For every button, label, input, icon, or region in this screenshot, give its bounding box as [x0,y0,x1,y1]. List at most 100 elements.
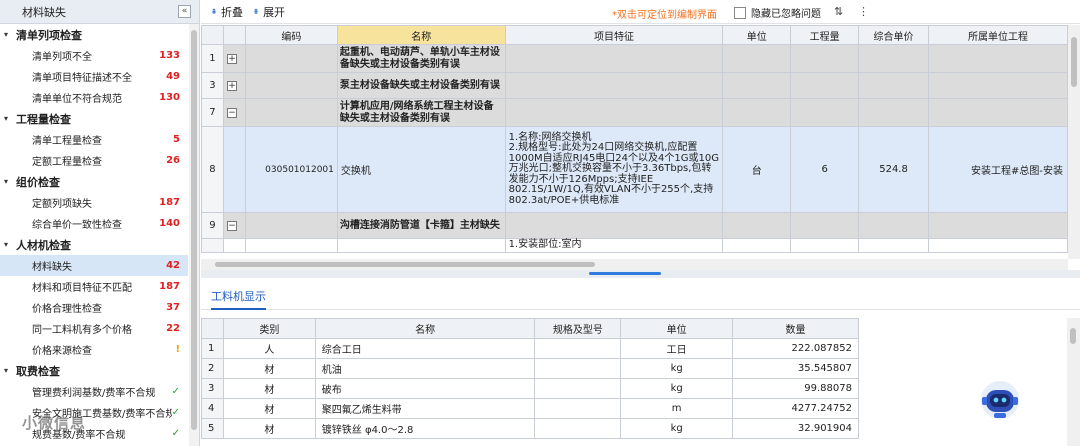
splitter-grip[interactable] [589,272,661,275]
item-project: 安装工程#总图-安装 [928,126,1068,213]
grid-scroll-thumb[interactable] [1071,37,1077,87]
grid-row[interactable]: 8 030501012001 交换机 1.名称:网络交换机 2.规格型号:此处为24口… [201,126,1068,213]
issue-count-badge: 133 [159,50,180,61]
resource-row[interactable]: 5 材镀锌铁丝 φ4.0～2.8 kg 32.901904 [201,418,859,439]
resource-row[interactable]: 1 人综合工日 工日 222.087852 [201,338,859,359]
grid-column-header[interactable]: 所属单位工程 [928,25,1068,45]
expand-node-icon[interactable]: + [226,54,237,64]
issue-count-badge: 22 [166,323,180,334]
hide-ignored-label: 隐藏已忽略问题 [751,9,821,20]
chevron-down-icon[interactable]: ▾ [4,177,16,186]
sidebar-item[interactable]: 价格合理性检查 37 [0,297,188,318]
sidebar-item[interactable]: 清单单位不符合规范 130 [0,87,188,108]
grid-row[interactable]: 3 + 泵主材设备缺失或主材设备类别有误 [201,72,1068,99]
chevron-down-icon[interactable]: ▾ [4,30,16,39]
grid-column-header[interactable]: 综合单价 [858,25,929,45]
resource-quantity: 35.545807 [732,358,859,379]
item-name[interactable]: 沟槽连接消防管道【卡箍】主材缺失 [336,212,506,239]
sidebar-item[interactable]: 材料缺失 42 [0,255,188,276]
sidebar-item[interactable]: 同一工料机有多个价格 22 [0,318,188,339]
grid-column-header[interactable]: 工程量 [790,25,860,45]
resource-column-header[interactable] [201,318,224,339]
row-number: 3 [201,72,224,99]
resource-column-header[interactable]: 规格及型号 [534,318,622,339]
sidebar-group[interactable]: ▾ 工程量检查 [0,108,188,129]
sidebar-scroll-thumb[interactable] [191,30,197,430]
grid-row[interactable]: 9− 沟槽连接消防管道【卡箍】主材缺失 [201,212,1068,239]
resource-column-header[interactable]: 名称 [314,318,536,339]
item-name[interactable]: 起重机、电动葫芦、单轨小车主材设备缺失或主材设备类别有误 [336,44,506,73]
grid-column-header[interactable] [222,25,246,45]
check-icon: ✓ [171,407,180,418]
sidebar-scrollbar[interactable] [189,24,199,446]
collapse-node-icon[interactable]: − [226,221,237,231]
grid-horizontal-scrollbar[interactable] [201,259,1068,270]
item-name[interactable] [336,238,506,253]
grid-column-header[interactable]: 项目特征 [504,25,724,45]
sidebar-item[interactable]: 清单项目特征描述不全 49 [0,66,188,87]
sidebar-item[interactable]: 定额工程量检查 26 [0,150,188,171]
warning-icon: ! [175,344,180,355]
expand-node-icon[interactable]: + [226,81,237,91]
tab-resource-display[interactable]: 工料机显示 [211,288,266,310]
resource-column-header[interactable]: 类别 [222,318,316,339]
grid-row[interactable]: 1.安装部位:室内 [201,238,1068,253]
resource-row[interactable]: 3 材破布 kg 99.88078 [201,378,859,399]
sort-icon[interactable]: ⇅ [834,5,843,18]
sidebar-group[interactable]: ▾ 清单列项检查 [0,24,188,45]
row-number [201,238,224,253]
hide-ignored-toggle[interactable]: 隐藏已忽略问题 [734,5,821,20]
grid-column-header[interactable]: 单位 [722,25,792,45]
chevron-down-icon[interactable]: ▾ [4,114,16,123]
collapse-all-button[interactable]: ⇞ 折叠 [211,4,243,20]
collapse-sidebar-icon[interactable]: « [178,5,191,18]
resource-column-header[interactable]: 数量 [732,318,859,339]
grid-column-header[interactable]: 名称 [336,25,506,45]
grid-hscroll-thumb[interactable] [215,262,595,267]
resource-table: 类别 名称 规格及型号 单位 数量 1 人综合工日 工日 222.087852 2 材机油 kg 35… [201,318,859,439]
grid-column-header[interactable]: 编码 [244,25,338,45]
resource-vertical-scrollbar[interactable] [1067,318,1080,446]
expand-all-button[interactable]: ⇟ 展开 [253,4,285,20]
resource-row[interactable]: 4 材聚四氟乙烯生料带 m 4277.24752 [201,398,859,419]
sidebar-group[interactable]: ▾ 组价检查 [0,171,188,192]
issue-count-badge: 26 [166,155,180,166]
item-name[interactable]: 交换机 [336,126,506,213]
sidebar-group[interactable]: ▾ 取费检查 [0,360,188,381]
resource-scroll-thumb[interactable] [1070,328,1076,344]
resource-spec [534,398,622,419]
sidebar-item[interactable]: 材料和项目特征不匹配 187 [0,276,188,297]
grid-column-header[interactable] [201,25,224,45]
panel-splitter[interactable] [201,270,1080,278]
row-number: 1 [201,338,224,359]
item-name[interactable]: 泵主材设备缺失或主材设备类别有误 [336,72,506,99]
item-name[interactable]: 计算机应用/网络系统工程主材设备缺失或主材设备类别有误 [336,98,506,127]
grid-row[interactable]: 7− 计算机应用/网络系统工程主材设备缺失或主材设备类别有误 [201,98,1068,127]
resource-unit: kg [620,378,734,399]
more-vertical-icon[interactable]: ⋮ [858,5,869,18]
item-code [244,72,338,99]
resource-name: 机油 [314,358,536,379]
resource-quantity: 4277.24752 [732,398,859,419]
hide-ignored-checkbox[interactable] [734,6,746,19]
sidebar-item[interactable]: 管理费利润基数/费率不合规 ✓ [0,381,188,402]
resource-name: 镀锌铁丝 φ4.0～2.8 [314,418,536,439]
grid-vertical-scrollbar[interactable] [1068,25,1080,259]
sidebar-item[interactable]: 定额列项缺失 187 [0,192,188,213]
chevron-down-icon[interactable]: ▾ [4,366,16,375]
collapse-node-icon[interactable]: − [226,108,237,118]
item-project [928,212,1068,239]
sidebar-group[interactable]: ▾ 人材机检查 [0,234,188,255]
issue-count-badge: 49 [166,71,180,82]
resource-column-header[interactable]: 单位 [620,318,734,339]
sidebar-item[interactable]: 价格来源检查! [0,339,188,360]
sidebar-item[interactable]: 清单工程量检查 5 [0,129,188,150]
sidebar-item[interactable]: 综合单价一致性检查 140 [0,213,188,234]
item-code [244,212,338,239]
sidebar-item[interactable]: 清单列项不全 133 [0,45,188,66]
resource-row[interactable]: 2 材机油 kg 35.545807 [201,358,859,379]
chevron-down-icon[interactable]: ▾ [4,240,16,249]
sidebar-header: 材料缺失 « [0,0,199,24]
assistant-robot-icon[interactable] [975,376,1025,424]
grid-row[interactable]: 1 + 起重机、电动葫芦、单轨小车主材设备缺失或主材设备类别有误 [201,44,1068,73]
